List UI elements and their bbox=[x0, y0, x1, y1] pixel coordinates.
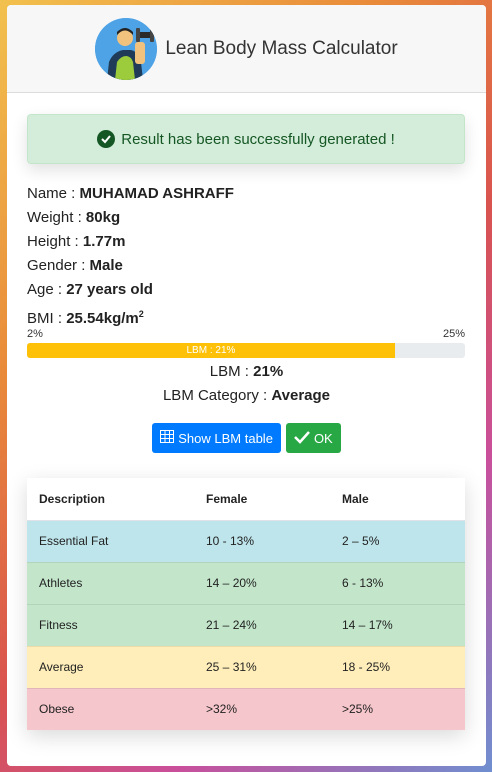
gender-value: Male bbox=[89, 257, 123, 274]
name-value: MUHAMAD ASHRAFF bbox=[79, 185, 234, 202]
progress-range-labels: 2% 25% bbox=[27, 328, 465, 340]
page-title: Lean Body Mass Calculator bbox=[165, 37, 398, 59]
table-row: Average 25 – 31% 18 - 25% bbox=[27, 645, 465, 688]
height-value: 1.77m bbox=[82, 233, 126, 250]
show-lbm-table-button[interactable]: Show LBM table bbox=[152, 423, 281, 453]
result-info: Name : MUHAMAD ASHRAFF Weight : 80kg Hei… bbox=[27, 182, 234, 331]
lbm-progress-bar: LBM : 21% bbox=[27, 343, 395, 358]
checkmark-icon bbox=[294, 430, 310, 447]
column-header-male: Male bbox=[330, 478, 465, 521]
bodybuilder-dumbbell-icon bbox=[95, 17, 158, 80]
height-row: Height : 1.77m bbox=[27, 233, 126, 250]
card-header: Lean Body Mass Calculator bbox=[7, 5, 486, 93]
table-row: Fitness 21 – 24% 14 – 17% bbox=[27, 603, 465, 646]
column-header-description: Description bbox=[27, 478, 194, 521]
gender-row: Gender : Male bbox=[27, 257, 123, 274]
table-icon bbox=[160, 430, 175, 446]
weight-value: 80kg bbox=[85, 209, 121, 226]
age-row: Age : 27 years old bbox=[27, 281, 153, 298]
table-row: Obese >32% >25% bbox=[27, 687, 465, 730]
table-row: Athletes 14 – 20% 6 - 13% bbox=[27, 561, 465, 604]
alert-message: Result has been successfully generated ! bbox=[121, 130, 395, 148]
progress-max-label: 25% bbox=[442, 328, 465, 340]
lbm-table: Description Female Male Essential Fat 10… bbox=[27, 478, 465, 730]
ok-button[interactable]: OK bbox=[285, 423, 341, 453]
progress-min-label: 2% bbox=[27, 328, 43, 340]
lbm-category-value: Average bbox=[271, 387, 331, 404]
weight-row: Weight : 80kg bbox=[27, 209, 121, 226]
table-header-row: Description Female Male bbox=[27, 478, 465, 521]
check-circle-icon bbox=[97, 130, 116, 148]
success-alert: Result has been successfully generated ! bbox=[27, 114, 465, 164]
action-buttons: Show LBM table OK bbox=[7, 423, 486, 453]
table-row: Essential Fat 10 - 13% 2 – 5% bbox=[27, 519, 465, 562]
name-row: Name : MUHAMAD ASHRAFF bbox=[27, 185, 234, 202]
lbm-value: 21% bbox=[253, 363, 284, 380]
lbm-category: LBM Category : Average bbox=[162, 387, 331, 404]
calculator-card: Lean Body Mass Calculator Result has bee… bbox=[7, 5, 486, 766]
age-value: 27 years old bbox=[66, 281, 153, 298]
bmi-value: 25.54kg/m2 bbox=[66, 309, 144, 327]
lbm-result: LBM : 21% bbox=[209, 363, 284, 380]
bmi-row: BMI : 25.54kg/m2 bbox=[27, 309, 144, 327]
column-header-female: Female bbox=[194, 478, 330, 521]
lbm-progress: LBM : 21% bbox=[27, 343, 465, 358]
